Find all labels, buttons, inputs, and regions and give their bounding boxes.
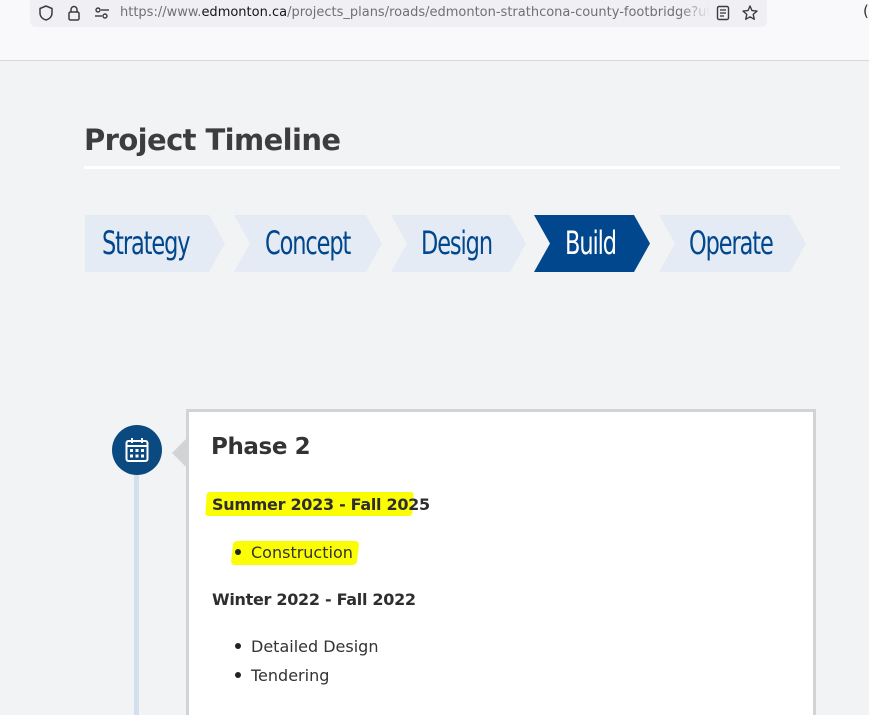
stage-operate[interactable]: Operate	[659, 215, 806, 272]
toolbar-edge-glyph: (	[863, 2, 869, 20]
url-path: /projects_plans/roads/edmonton-strathcon…	[287, 5, 710, 20]
timeline-marker	[112, 425, 162, 475]
address-bar[interactable]: https://www.edmonton.ca/projects_plans/r…	[30, 0, 767, 27]
period-heading: Winter 2022 - Fall 2022	[212, 590, 416, 609]
browser-toolbar: https://www.edmonton.ca/projects_plans/r…	[0, 0, 869, 61]
stage-build[interactable]: Build	[534, 215, 650, 272]
task-label: Detailed Design	[251, 637, 379, 656]
stage-concept-label: Concept	[265, 224, 351, 262]
stage-strategy-label: Strategy	[102, 224, 191, 262]
bullet	[235, 642, 241, 649]
stage-design[interactable]: Design	[391, 215, 526, 272]
list-item: Tendering	[235, 666, 329, 685]
title-divider	[84, 166, 840, 169]
bookmark-star-icon[interactable]	[741, 4, 759, 22]
url-prefix: https://www.	[120, 5, 202, 20]
stage-concept[interactable]: Concept	[234, 215, 382, 272]
list-item: Construction	[235, 543, 353, 562]
stage-operate-label: Operate	[689, 224, 774, 262]
permissions-icon[interactable]	[93, 4, 111, 22]
calendar-icon	[125, 438, 149, 462]
url-host: edmonton.ca	[201, 5, 288, 20]
bullet	[235, 671, 241, 678]
list-item: Detailed Design	[235, 637, 378, 656]
task-label: Construction	[251, 543, 353, 562]
stage-strategy[interactable]: Strategy	[85, 215, 225, 272]
lock-icon[interactable]	[65, 4, 83, 22]
card-pointer	[172, 438, 187, 468]
bullet	[235, 548, 241, 555]
url-fade	[680, 3, 710, 23]
phase-title: Phase 2	[211, 434, 311, 460]
page-title: Project Timeline	[84, 123, 341, 157]
stage-design-label: Design	[421, 224, 493, 262]
url-text[interactable]: https://www.edmonton.ca/projects_plans/r…	[120, 3, 710, 23]
task-label: Tendering	[251, 666, 330, 685]
timeline-line	[134, 460, 139, 715]
shield-icon[interactable]	[37, 4, 55, 22]
period-heading: Summer 2023 - Fall 2025	[212, 495, 430, 514]
stage-build-label: Build	[565, 224, 617, 262]
reader-view-icon[interactable]	[714, 4, 732, 22]
